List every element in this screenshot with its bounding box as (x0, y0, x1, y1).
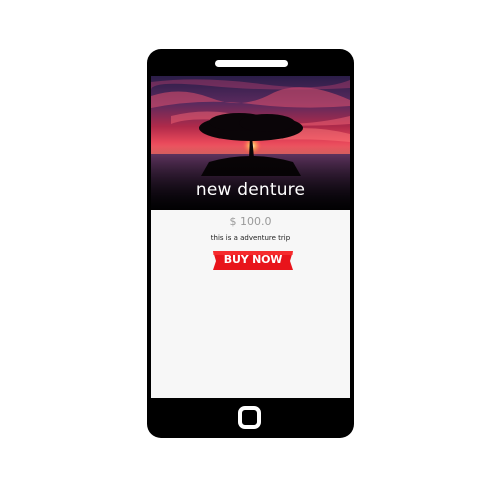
phone-frame: new denture $ 100.0 this is a adventure … (147, 49, 354, 438)
speaker-slot (215, 60, 288, 67)
product-title: new denture (195, 180, 306, 200)
product-price: $ 100.0 (229, 215, 272, 228)
product-description: this is a adventure trip (210, 234, 291, 242)
buy-now-button[interactable]: BUY NOW (213, 249, 293, 272)
hero-image: new denture (151, 76, 350, 210)
app-screen: new denture $ 100.0 this is a adventure … (151, 76, 350, 398)
home-button-icon[interactable] (238, 406, 261, 429)
buy-now-label: BUY NOW (223, 253, 283, 266)
